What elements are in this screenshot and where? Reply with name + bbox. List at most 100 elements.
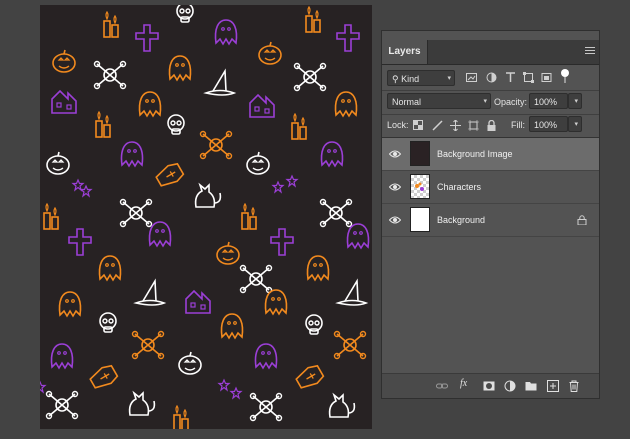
panel-tab-bar: Layers [382,40,599,65]
skull-icon [167,114,185,135]
star-icon [72,179,84,191]
divider [382,90,599,91]
layer-row-background-image[interactable]: Background Image [382,138,599,171]
blend-mode-dropdown[interactable]: Normal ▾ [387,93,491,109]
lock-transparent-pixels-icon[interactable] [413,120,423,130]
cross-icon [336,24,360,52]
coffin-icon [293,362,326,393]
visibility-eye-icon[interactable] [389,149,401,159]
ghost-icon [254,343,278,369]
chevron-down-icon: ▾ [574,98,578,105]
pumpkin-icon [52,49,76,73]
layer-name[interactable]: Background [437,204,485,237]
fill-dropdown[interactable]: ▾ [568,116,582,132]
ghost-icon [214,19,238,45]
search-icon: ⚲ [392,74,399,84]
trash-icon[interactable] [568,380,580,392]
ghost-icon [264,289,288,315]
ghost-icon [306,255,330,281]
lock-image-pixels-icon[interactable] [432,120,443,131]
halloween-pattern [40,5,370,429]
fill-label: Fill: [511,120,525,130]
jack-o-lantern-icon [178,351,202,375]
star-icon [80,185,92,197]
black-cat-icon [194,184,222,208]
star-icon [272,181,284,193]
lock-label: Lock: [387,120,409,130]
ghost-icon [98,255,122,281]
type-filter-icon[interactable] [505,72,516,83]
document-canvas[interactable] [40,5,372,429]
panel-menu-icon[interactable] [585,47,595,55]
shape-filter-icon[interactable] [523,72,534,83]
cross-icon [270,228,294,256]
pumpkin-icon [258,41,282,65]
tab-layers[interactable]: Layers [382,40,428,64]
skull-icon [99,312,117,333]
candle-icon [305,6,321,33]
lock-position-icon[interactable] [450,120,461,131]
filter-toggle-icon[interactable] [559,69,571,83]
layer-thumbnail [410,141,430,166]
haunted-house-icon [51,90,77,114]
filter-row: ⚲ Kind ▾ [382,69,599,89]
lock-all-icon[interactable] [486,120,497,131]
star-icon [230,387,242,399]
witch-hat-icon [337,280,367,306]
star-icon [40,381,46,393]
haunted-house-icon [249,94,275,118]
jack-o-lantern-icon [46,151,70,175]
ghost-icon [50,343,74,369]
pixel-filter-icon[interactable] [466,72,477,83]
ghost-icon [138,91,162,117]
layer-name[interactable]: Characters [437,171,481,204]
layer-row-background[interactable]: Background [382,204,599,237]
skull-icon [176,5,194,23]
crossbones-icon [319,198,353,228]
lock-artboard-icon[interactable] [468,120,479,131]
ghost-icon [120,141,144,167]
fill-field[interactable]: 100% [529,116,568,132]
coffin-icon [153,160,186,191]
layer-thumbnail [410,174,430,199]
opacity-dropdown[interactable]: ▾ [568,93,582,109]
skull-icon [305,314,323,335]
visibility-eye-icon[interactable] [389,182,401,192]
crossbones-icon [199,130,233,160]
visibility-eye-icon[interactable] [389,215,401,225]
candle-icon [241,203,257,230]
cross-icon [68,228,92,256]
layer-name[interactable]: Background Image [437,138,513,171]
crossbones-icon [131,330,165,360]
mask-icon[interactable] [483,380,495,392]
candle-icon [173,405,189,429]
folder-icon[interactable] [525,380,537,392]
blend-mode-value: Normal [392,97,422,107]
link-icon[interactable] [436,380,448,392]
candle-icon [103,11,119,38]
candle-icon [291,113,307,140]
ghost-icon [220,313,244,339]
star-icon [218,379,230,391]
layer-thumbnail [410,207,430,232]
filter-kind-dropdown[interactable]: ⚲ Kind ▾ [387,70,455,86]
opacity-value: 100% [534,97,558,107]
star-icon [286,175,298,187]
adjustment-filter-icon[interactable] [486,72,497,83]
layer-row-characters[interactable]: Characters [382,171,599,204]
layer-lock-icon[interactable] [577,215,587,225]
smart-object-filter-icon[interactable] [541,72,552,83]
crossbones-icon [239,264,273,294]
opacity-field[interactable]: 100% [529,93,568,109]
new-layer-icon[interactable] [547,380,559,392]
ghost-icon [58,291,82,317]
candle-icon [95,111,111,138]
crossbones-icon [333,330,367,360]
adjustment-icon[interactable] [504,380,516,392]
opacity-label: Opacity: [494,97,528,107]
candle-icon [43,203,59,230]
coffin-icon [87,362,120,393]
fx-icon[interactable]: fx [460,378,472,390]
lock-row: Lock: Fill: 100% ▾ [382,115,599,135]
haunted-house-icon [185,290,211,314]
